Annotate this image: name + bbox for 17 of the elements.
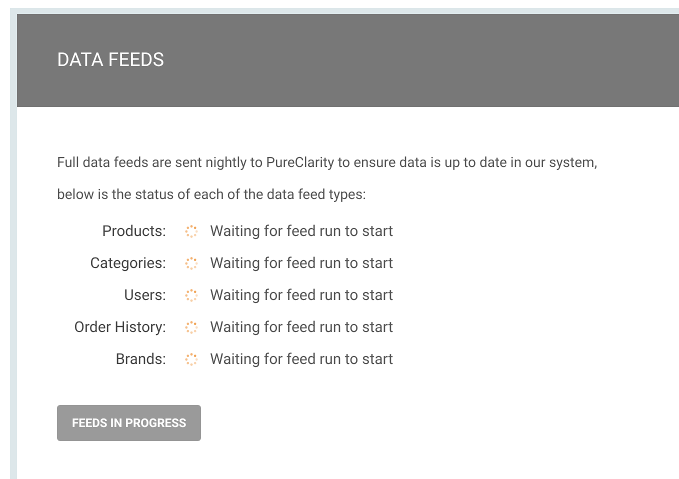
feed-label: Users: [123, 284, 166, 306]
loading-spinner-icon [185, 352, 198, 366]
loading-spinner-icon [185, 256, 198, 270]
loading-spinner-icon [185, 320, 198, 334]
feed-label: Order History: [73, 316, 166, 338]
feed-status: Waiting for feed run to start [210, 284, 394, 306]
feed-status: Waiting for feed run to start [210, 252, 394, 274]
panel-title: DATA FEEDS [57, 47, 164, 74]
loading-spinner-icon [185, 224, 198, 238]
feed-status: Waiting for feed run to start [210, 220, 394, 242]
feed-label: Products: [101, 220, 166, 242]
intro-text: Full data feeds are sent nightly to PureClarity to ensure data is up to date in our system, below is the status of each of the data feed types: [57, 154, 598, 205]
feed-status: Waiting for feed run to start [210, 348, 394, 370]
feed-label: Brands: [114, 348, 166, 370]
loading-spinner-icon [185, 288, 198, 302]
feed-status: Waiting for feed run to start [210, 316, 394, 338]
feed-label: Categories: [89, 252, 166, 274]
